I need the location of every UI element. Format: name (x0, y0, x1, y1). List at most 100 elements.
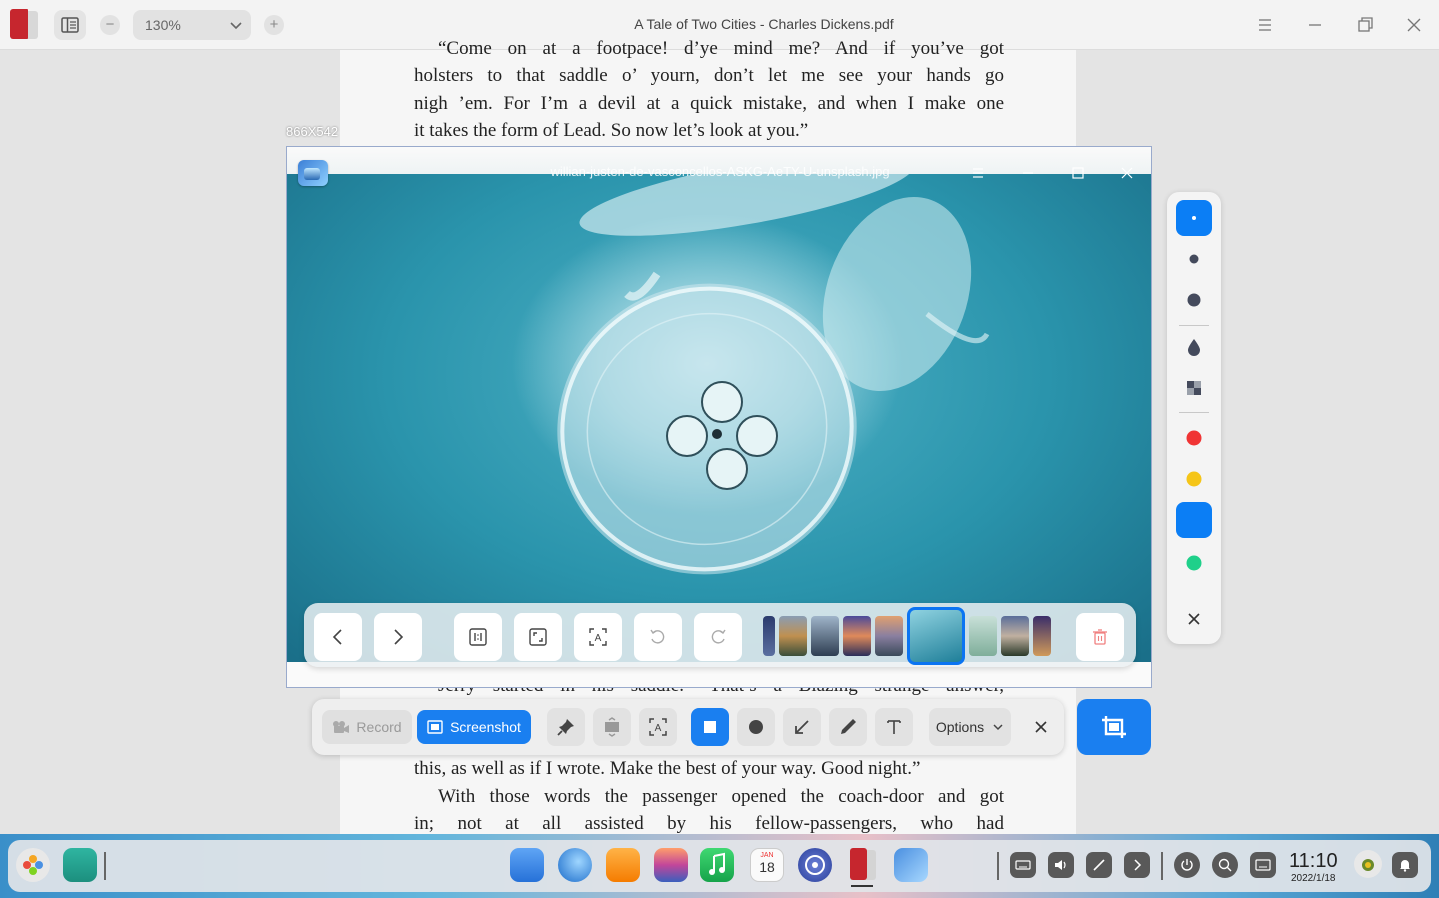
doc-line: in; not at all assisted by his fellow-pa… (414, 813, 1004, 834)
doc-line: holsters to that saddle o’ yourn, don’t … (414, 65, 1004, 86)
dock: JAN 18 11:10 2022/1/18 (8, 840, 1431, 892)
app-store-icon[interactable] (606, 848, 640, 882)
blur-button[interactable] (1176, 329, 1212, 365)
thumbnail[interactable] (811, 616, 839, 656)
image-viewer-icon[interactable] (654, 848, 688, 882)
capture-toolbar: Record Screenshot A Options (312, 699, 1064, 755)
drawing-palette (1167, 192, 1221, 644)
minimize-icon[interactable] (1020, 165, 1036, 181)
brush-size-small-button[interactable] (1176, 200, 1212, 236)
thumbnail[interactable] (1033, 616, 1051, 656)
color-swatch-icon (1186, 555, 1202, 571)
image-viewer-icon[interactable] (894, 848, 928, 882)
color-green-button[interactable] (1176, 545, 1212, 581)
minimize-icon[interactable] (1305, 15, 1325, 35)
color-yellow-button[interactable] (1176, 461, 1212, 497)
onscreen-keyboard-icon[interactable] (1250, 852, 1276, 878)
calendar-day: 18 (759, 859, 775, 875)
rotate-left-button[interactable] (634, 613, 682, 661)
rotate-left-icon (650, 629, 665, 644)
doc-line: “Come on at a footpace! d’ye mind me? An… (438, 38, 1004, 59)
record-button[interactable]: Record (322, 710, 412, 744)
document-viewer-icon[interactable] (846, 848, 880, 882)
svg-text:A: A (655, 723, 662, 734)
text-tool-button[interactable] (875, 708, 913, 746)
dock-divider (997, 852, 999, 880)
mosaic-icon (1187, 381, 1201, 395)
delete-image-button[interactable] (1076, 613, 1124, 661)
fit-screen-icon (529, 628, 547, 646)
thumbnail[interactable] (763, 616, 775, 656)
multitasking-icon[interactable] (63, 848, 97, 882)
ocr-button[interactable]: A (639, 708, 677, 746)
maximize-icon[interactable] (1070, 165, 1086, 181)
settings-icon[interactable] (798, 848, 832, 882)
thumbnail[interactable] (875, 616, 903, 656)
rectangle-tool-button[interactable] (691, 708, 729, 746)
ellipse-tool-button[interactable] (737, 708, 775, 746)
divider (1179, 412, 1209, 413)
scroll-capture-button[interactable] (593, 708, 631, 746)
clock-time[interactable]: 11:10 (1289, 850, 1338, 873)
notification-bell-icon[interactable] (1392, 852, 1418, 878)
thumbnail-selected[interactable] (907, 607, 965, 665)
search-icon[interactable] (1212, 852, 1238, 878)
original-size-button[interactable] (454, 613, 502, 661)
pen-tool-button[interactable] (829, 708, 867, 746)
jellyfish-photo (287, 174, 1151, 662)
color-red-button[interactable] (1176, 420, 1212, 456)
thumbnail[interactable] (1001, 616, 1029, 656)
menu-icon[interactable] (1255, 15, 1275, 35)
launcher-icon[interactable] (16, 848, 50, 882)
close-icon[interactable] (1404, 15, 1424, 35)
calendar-month: JAN (760, 852, 774, 859)
volume-icon[interactable] (1048, 852, 1074, 878)
brush-size-large-button[interactable] (1176, 282, 1212, 318)
power-icon[interactable] (1174, 852, 1200, 878)
chevron-left-icon (332, 629, 342, 645)
file-manager-icon[interactable] (510, 848, 544, 882)
color-blue-button[interactable] (1176, 502, 1212, 538)
save-capture-button[interactable] (1077, 699, 1151, 755)
restore-icon[interactable] (1355, 15, 1375, 35)
mosaic-button[interactable] (1176, 370, 1212, 406)
options-dropdown[interactable]: Options (929, 708, 1011, 746)
arrow-tool-button[interactable] (783, 708, 821, 746)
pin-button[interactable] (547, 708, 585, 746)
fit-window-button[interactable] (514, 613, 562, 661)
screenshot-button[interactable]: Screenshot (417, 710, 531, 744)
thumbnail[interactable] (843, 616, 871, 656)
dot-large-icon (1187, 293, 1201, 307)
jellyfish-image-icon (557, 174, 990, 662)
pen-icon (841, 719, 856, 734)
capture-selection[interactable]: willian-justen-de-vasconcellos-ASKG-AeTY… (286, 146, 1152, 688)
previous-image-button[interactable] (314, 613, 362, 661)
doc-line: it takes the form of Lead. So now let’s … (414, 120, 809, 141)
rotate-right-button[interactable] (694, 613, 742, 661)
next-image-button[interactable] (374, 613, 422, 661)
ocr-button[interactable]: A (574, 613, 622, 661)
close-capture-button[interactable] (1026, 712, 1056, 742)
doc-line: this, as well as if I wrote. Make the be… (414, 758, 921, 779)
color-swatch-icon (1186, 471, 1202, 487)
keyboard-icon[interactable] (1010, 852, 1036, 878)
record-label: Record (356, 719, 402, 735)
browser-icon[interactable] (558, 848, 592, 882)
music-icon[interactable] (700, 848, 734, 882)
close-icon[interactable] (1119, 165, 1135, 181)
close-palette-button[interactable] (1176, 601, 1212, 637)
arrow-icon (795, 720, 809, 734)
menu-icon[interactable] (970, 165, 986, 181)
screenshot-icon (427, 720, 443, 734)
dot-medium-icon (1189, 254, 1199, 264)
brush-size-medium-button[interactable] (1176, 241, 1212, 277)
clock-date: 2022/1/18 (1291, 873, 1336, 884)
thumbnail[interactable] (969, 616, 997, 656)
droplet-icon (1188, 339, 1200, 356)
image-viewer-toolbar: A (304, 603, 1136, 667)
screenshot-tray-icon[interactable] (1086, 852, 1112, 878)
calendar-icon[interactable]: JAN 18 (750, 848, 784, 882)
chevron-right-icon[interactable] (1124, 852, 1150, 878)
trash-icon[interactable] (1354, 850, 1382, 878)
thumbnail[interactable] (779, 616, 807, 656)
